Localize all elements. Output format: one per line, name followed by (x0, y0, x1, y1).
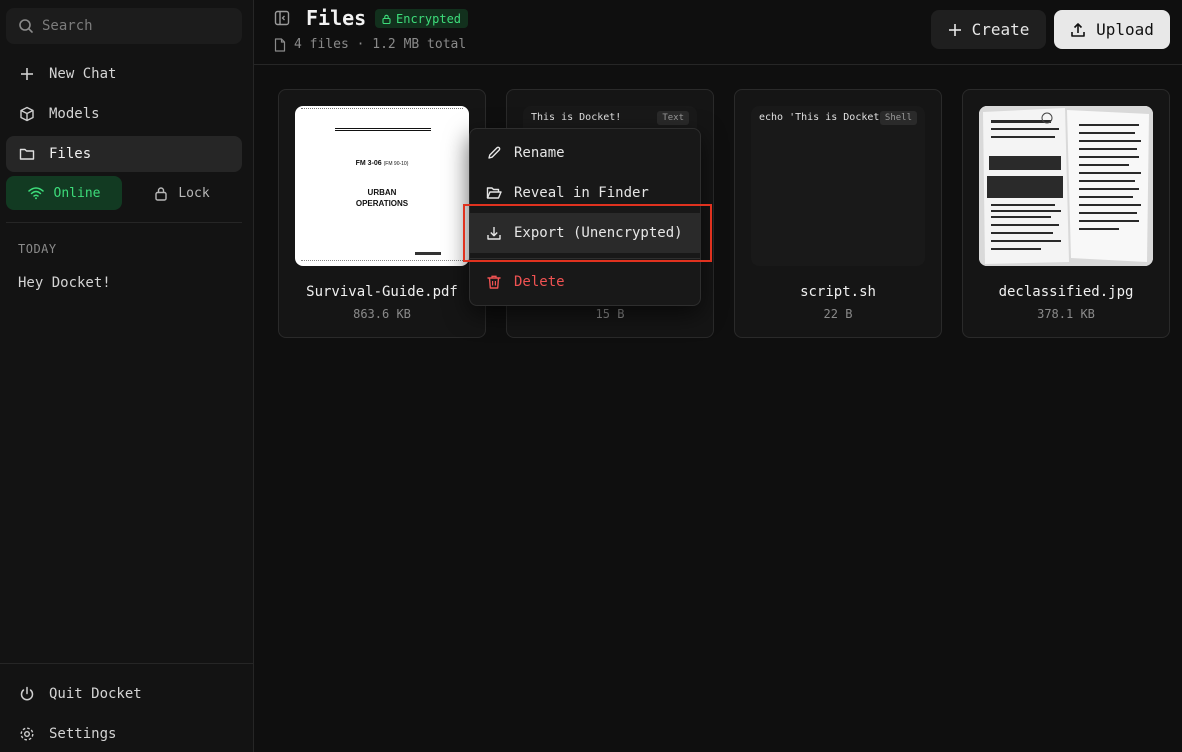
create-label: Create (971, 20, 1030, 39)
search-box[interactable] (6, 8, 242, 44)
file-name: script.sh (800, 284, 876, 300)
nav-new-chat-label: New Chat (49, 66, 117, 82)
nav-new-chat[interactable]: New Chat (6, 56, 242, 92)
folder-icon (19, 146, 35, 162)
shell-preview: echo 'This is Docket!' Shell (751, 106, 925, 266)
file-name: declassified.jpg (998, 284, 1134, 300)
trash-icon (486, 274, 502, 290)
files-meta: 4 files · 1.2 MB total (274, 37, 466, 52)
pdf-header-rule (301, 108, 463, 111)
lock-label: Lock (178, 185, 210, 201)
sidebar-toggle-icon[interactable] (274, 10, 290, 26)
chat-history-item[interactable]: Hey Docket! (18, 275, 111, 291)
cube-icon (19, 106, 35, 122)
pdf-code-sub: (FM 90-10) (383, 161, 409, 167)
section-label-today: TODAY (18, 242, 57, 256)
menu-item-export[interactable]: Export (Unencrypted) (470, 213, 700, 253)
wifi-icon (27, 186, 44, 200)
plus-icon (948, 23, 962, 37)
pdf-title-line1: URBAN (367, 188, 397, 197)
encrypted-badge-label: Encrypted (396, 11, 462, 26)
menu-item-reveal[interactable]: Reveal in Finder (470, 173, 700, 213)
file-type-tag: Shell (879, 111, 917, 125)
file-size: 863.6 KB (353, 307, 411, 321)
online-label: Online (53, 185, 101, 201)
gear-icon (19, 726, 35, 742)
file-card[interactable]: declassified.jpg 378.1 KB (962, 89, 1170, 338)
menu-export-label: Export (Unencrypted) (514, 225, 683, 241)
file-type-tag: Text (657, 111, 689, 125)
lock-icon (382, 14, 391, 24)
settings-button[interactable]: Settings (6, 716, 242, 752)
online-toggle[interactable]: Online (6, 176, 122, 210)
upload-icon (1070, 22, 1086, 38)
pdf-preview: FM 3-06 (FM 90-10) URBAN OPERATIONS (295, 106, 469, 266)
quit-button[interactable]: Quit Docket (6, 676, 242, 712)
menu-item-delete[interactable]: Delete (470, 262, 700, 302)
encrypted-badge: Encrypted (375, 9, 469, 28)
pdf-footer-rule (301, 260, 463, 261)
menu-rename-label: Rename (514, 145, 565, 161)
quit-label: Quit Docket (49, 686, 142, 702)
file-icon (274, 37, 286, 52)
pencil-icon (486, 145, 502, 161)
pdf-footer-code (415, 252, 441, 255)
file-context-menu: Rename Reveal in Finder Export (Unencryp… (469, 128, 701, 306)
file-card[interactable]: FM 3-06 (FM 90-10) URBAN OPERATIONS Surv… (278, 89, 486, 338)
settings-label: Settings (49, 726, 117, 742)
upload-button[interactable]: Upload (1054, 10, 1170, 49)
nav-files[interactable]: Files (6, 136, 242, 172)
declassified-document-photo (979, 106, 1153, 266)
download-icon (486, 225, 502, 241)
nav-models[interactable]: Models (6, 96, 242, 132)
power-icon (19, 686, 35, 702)
menu-reveal-label: Reveal in Finder (514, 185, 649, 201)
search-input[interactable] (42, 18, 232, 34)
menu-separator (470, 258, 700, 259)
search-icon (18, 18, 34, 34)
folder-open-icon (486, 185, 502, 201)
sidebar-footer-divider (0, 663, 254, 664)
lock-button[interactable]: Lock (122, 176, 242, 210)
page-title: Files (306, 6, 367, 30)
plus-icon (19, 66, 35, 82)
file-size: 378.1 KB (1037, 307, 1095, 321)
create-button[interactable]: Create (931, 10, 1046, 49)
upload-label: Upload (1096, 20, 1154, 39)
file-size: 15 B (595, 307, 625, 321)
pdf-title-rule (335, 128, 431, 131)
nav-models-label: Models (49, 106, 100, 122)
text-preview-content: This is Docket! (531, 112, 622, 123)
shell-preview-content: echo 'This is Docket!' (759, 112, 892, 123)
files-header: Files Encrypted 4 files · 1.2 MB total C… (254, 0, 1182, 65)
sidebar-divider (6, 222, 242, 223)
image-preview (979, 106, 1153, 266)
lock-icon (154, 186, 168, 201)
files-meta-text: 4 files · 1.2 MB total (294, 37, 467, 52)
menu-delete-label: Delete (514, 274, 565, 290)
nav-files-label: Files (49, 146, 92, 162)
file-name: Survival-Guide.pdf (306, 284, 458, 300)
file-size: 22 B (823, 307, 853, 321)
pdf-code-text: FM 3-06 (355, 160, 382, 167)
pdf-title-line2: OPERATIONS (355, 199, 409, 208)
menu-item-rename[interactable]: Rename (470, 133, 700, 173)
status-row: Online Lock (6, 176, 242, 210)
sidebar: New Chat Models Files Online Lock TODAY … (0, 0, 254, 752)
pdf-manual-code: FM 3-06 (FM 90-10) (295, 160, 469, 167)
file-card[interactable]: echo 'This is Docket!' Shell script.sh 2… (734, 89, 942, 338)
